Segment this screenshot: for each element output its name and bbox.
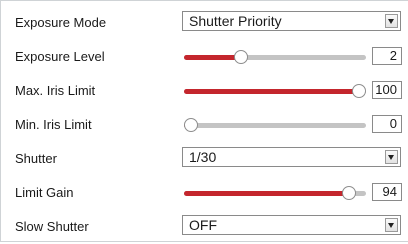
exposure-level-slider[interactable]	[184, 50, 366, 64]
slider-track	[184, 123, 366, 128]
chevron-down-icon[interactable]	[385, 150, 398, 164]
exposure-mode-row: Exposure Mode Shutter Priority	[1, 6, 408, 40]
exposure-settings-panel: Exposure Mode Shutter Priority Exposure …	[0, 0, 408, 242]
exposure-mode-label: Exposure Mode	[15, 15, 107, 30]
max-iris-limit-input[interactable]: 100	[372, 81, 402, 99]
min-iris-limit-slider[interactable]	[184, 118, 366, 132]
slider-fill	[184, 89, 359, 94]
exposure-mode-value: Shutter Priority	[189, 13, 282, 29]
exposure-level-input[interactable]: 2	[372, 47, 402, 65]
slider-fill	[184, 55, 242, 60]
max-iris-limit-label: Max. Iris Limit	[15, 83, 96, 98]
min-iris-limit-label: Min. Iris Limit	[15, 117, 92, 132]
max-iris-limit-slider[interactable]	[184, 84, 366, 98]
chevron-down-icon[interactable]	[385, 218, 398, 232]
slider-handle[interactable]	[184, 118, 198, 132]
slider-handle[interactable]	[352, 84, 366, 98]
limit-gain-input[interactable]: 94	[372, 183, 402, 201]
exposure-mode-select[interactable]: Shutter Priority	[182, 11, 401, 31]
limit-gain-label: Limit Gain	[15, 185, 74, 200]
chevron-down-icon[interactable]	[385, 14, 398, 28]
exposure-level-row: Exposure Level 2	[1, 40, 408, 74]
shutter-row: Shutter 1/30	[1, 142, 408, 176]
slow-shutter-value: OFF	[189, 217, 217, 233]
shutter-select[interactable]: 1/30	[182, 147, 401, 167]
slow-shutter-label: Slow Shutter	[15, 219, 89, 234]
slider-handle[interactable]	[341, 186, 356, 200]
shutter-label: Shutter	[15, 151, 57, 166]
slow-shutter-row: Slow Shutter OFF	[1, 210, 408, 244]
slow-shutter-select[interactable]: OFF	[182, 215, 401, 235]
limit-gain-row: Limit Gain 94	[1, 176, 408, 210]
exposure-level-label: Exposure Level	[15, 49, 105, 64]
limit-gain-slider[interactable]	[184, 186, 366, 200]
shutter-value: 1/30	[189, 149, 217, 165]
min-iris-limit-row: Min. Iris Limit 0	[1, 108, 408, 142]
min-iris-limit-input[interactable]: 0	[372, 115, 402, 133]
max-iris-limit-row: Max. Iris Limit 100	[1, 74, 408, 108]
slider-handle[interactable]	[234, 50, 249, 64]
slider-fill	[184, 191, 349, 196]
